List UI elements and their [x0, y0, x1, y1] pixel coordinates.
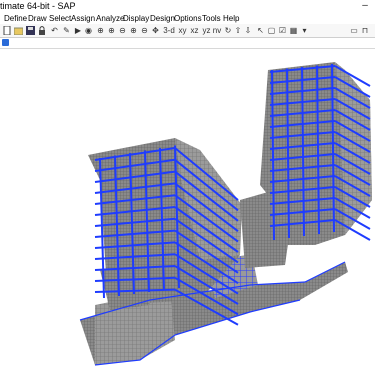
pan-icon[interactable]: ✥	[151, 26, 160, 35]
zoom-full-icon[interactable]: ⊕	[129, 26, 138, 35]
menu-display[interactable]: Display	[123, 13, 149, 24]
set-display-icon[interactable]: ▢	[267, 26, 276, 35]
lock-model-icon[interactable]: ◉	[84, 26, 93, 35]
down-arrow-icon[interactable]: ⇩	[244, 26, 252, 35]
menu-bar: Define Draw Select Assign Analyze Displa…	[0, 13, 375, 24]
menu-tools[interactable]: Tools	[202, 13, 221, 24]
menu-select[interactable]: Select	[49, 13, 71, 24]
check-icon[interactable]: ☑	[278, 26, 287, 35]
menu-define[interactable]: Define	[4, 13, 27, 24]
view-3d-button[interactable]: 3-d	[163, 26, 175, 35]
zoom-window-icon[interactable]: ⊕	[96, 26, 105, 35]
view-yz-button[interactable]: yz	[201, 26, 212, 35]
view-xy-button[interactable]: xy	[177, 26, 188, 35]
menu-design[interactable]: Design	[150, 13, 175, 24]
pencil-icon[interactable]: ✎	[62, 26, 71, 35]
window-title: timate 64-bit - SAP	[0, 1, 76, 11]
dropdown-icon[interactable]: ▾	[300, 26, 309, 35]
view-nv-button[interactable]: nv	[212, 26, 222, 35]
view-window-icon[interactable]	[2, 39, 9, 46]
save-icon[interactable]	[26, 26, 35, 35]
menu-analyze[interactable]: Analyze	[96, 13, 124, 24]
open-folder-icon[interactable]	[14, 26, 23, 35]
zoom-out-icon[interactable]: ⊖	[118, 26, 127, 35]
menu-options[interactable]: Options	[174, 13, 202, 24]
menu-help[interactable]: Help	[223, 13, 239, 24]
run-analysis-icon[interactable]: ▶	[74, 26, 82, 35]
up-arrow-icon[interactable]: ⇧	[234, 26, 242, 35]
model-viewport[interactable]	[0, 49, 375, 375]
structural-model-3d-view	[79, 62, 372, 366]
title-bar: timate 64-bit - SAP –	[0, 0, 375, 13]
lock-icon[interactable]	[38, 26, 46, 35]
zoom-previous-icon[interactable]: ⊖	[140, 26, 149, 35]
pointer-icon[interactable]: ↖	[256, 26, 265, 35]
rotate-icon[interactable]: ↻	[224, 26, 232, 35]
main-toolbar: ↶ ✎ ▶ ◉ ⊕ ⊕ ⊖ ⊕ ⊖ ✥ 3-d xy xz yz nv ↻ ⇧ …	[0, 24, 375, 38]
window-tab-strip	[0, 38, 375, 49]
new-file-icon[interactable]	[3, 26, 11, 35]
undo-icon[interactable]: ↶	[50, 26, 59, 35]
menu-draw[interactable]: Draw	[28, 13, 47, 24]
minimize-icon[interactable]: –	[355, 0, 375, 13]
zoom-in-icon[interactable]: ⊕	[107, 26, 116, 35]
menu-assign[interactable]: Assign	[71, 13, 95, 24]
view-xz-button[interactable]: xz	[189, 26, 200, 35]
frame-icon[interactable]: ⊓	[361, 26, 369, 35]
grid-icon[interactable]: ▦	[289, 26, 298, 35]
rectangle-select-icon[interactable]: ▭	[350, 26, 358, 35]
